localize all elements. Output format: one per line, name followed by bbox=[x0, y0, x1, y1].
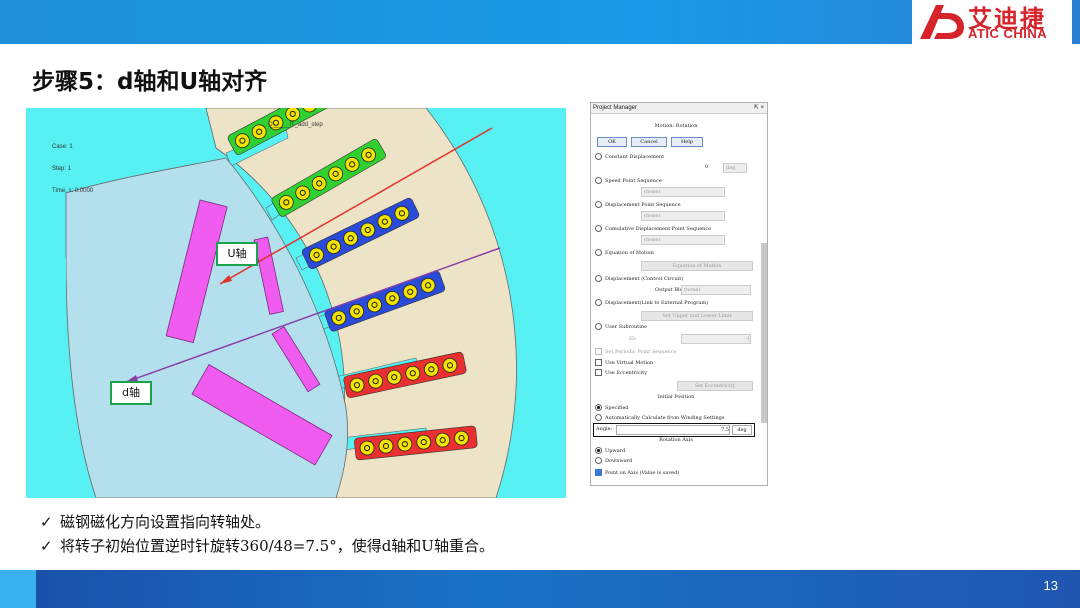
pin-icon[interactable]: ⇱ bbox=[754, 105, 759, 111]
radio-specified[interactable]: Specified bbox=[595, 404, 628, 411]
option-cumulative-displacement[interactable]: Cumulative Displacement Point Sequence bbox=[595, 225, 711, 232]
speed-sequence-select[interactable]: (none) bbox=[641, 187, 725, 197]
page-number: 13 bbox=[1043, 578, 1058, 593]
id-field[interactable]: -1 bbox=[681, 334, 751, 344]
constant-unit-select[interactable]: deg bbox=[723, 163, 747, 173]
logo-mark-icon bbox=[920, 5, 964, 39]
time-label: Time, s: 0.0000 bbox=[52, 188, 94, 194]
motor-cross-section bbox=[26, 108, 517, 498]
set-eccentricity-button[interactable]: Set Eccentricity bbox=[677, 381, 753, 391]
equation-of-motion-button[interactable]: Equation of Motion bbox=[641, 261, 753, 271]
checkbox-virtual-motion[interactable]: Use Virtual Motion bbox=[595, 359, 653, 366]
angle-input[interactable]: 7.5 bbox=[616, 425, 730, 435]
bullet-item: ✓ 磁钢磁化方向设置指向转轴处。 bbox=[40, 510, 494, 534]
radio-downward[interactable]: Downward bbox=[595, 457, 632, 464]
id-label: ID: bbox=[629, 336, 637, 342]
radio-upward[interactable]: Upward bbox=[595, 447, 625, 454]
bullet-list: ✓ 磁钢磁化方向设置指向转轴处。 ✓ 将转子初始位置逆时针旋转360/48=7.5°… bbox=[40, 510, 494, 558]
footer-bar bbox=[0, 570, 1080, 608]
angle-unit-select[interactable]: deg bbox=[732, 425, 752, 435]
option-constant-displacement[interactable]: Constant Displacement bbox=[595, 153, 664, 160]
page-title: 步骤5：d轴和U轴对齐 bbox=[32, 69, 268, 95]
displacement-sequence-select[interactable]: (none) bbox=[641, 211, 725, 221]
option-periodic-sequence[interactable]: Set Periodic Point Sequence bbox=[595, 348, 677, 355]
close-icon[interactable]: × bbox=[760, 105, 764, 111]
simulation-view[interactable]: Q_____IT_add_step Case: 1 Step: 1 Time, … bbox=[26, 108, 566, 498]
constant-value[interactable]: 0 bbox=[705, 164, 708, 170]
angle-label: Angle: bbox=[596, 426, 613, 432]
project-manager-panel: Project Manager ⇱ × Motion: Rotation OK … bbox=[590, 102, 768, 486]
angle-field-highlight: Angle: 7.5 deg bbox=[593, 423, 755, 437]
d-axis-label: d轴 bbox=[110, 381, 152, 405]
checkmark-icon: ✓ bbox=[40, 537, 53, 555]
point-on-axis-item[interactable]: Point on Axis (Value is saved) bbox=[595, 469, 679, 476]
option-user-subroutine[interactable]: User Subroutine bbox=[595, 323, 647, 330]
case-label: Case: 1 bbox=[52, 144, 73, 150]
logo: 艾迪捷 ATIC CHINA bbox=[912, 0, 1072, 44]
option-displacement-control-circuit[interactable]: Displacement (Control Circuit) bbox=[595, 275, 683, 282]
ok-button[interactable]: OK bbox=[597, 137, 627, 147]
radio-auto-calculate[interactable]: Automatically Calculate from Winding Set… bbox=[595, 414, 724, 421]
point-axis-icon bbox=[595, 469, 602, 476]
cumulative-sequence-select[interactable]: (none) bbox=[641, 235, 725, 245]
project-manager-titlebar: Project Manager ⇱ × bbox=[591, 103, 767, 114]
step-label: Step: 1 bbox=[52, 166, 72, 172]
option-speed-point-sequence[interactable]: Speed Point Sequence bbox=[595, 177, 662, 184]
set-limit-button[interactable]: Set Upper and Lower Limit bbox=[641, 311, 753, 321]
option-equation-of-motion[interactable]: Equation of Motion bbox=[595, 249, 654, 256]
option-displacement-external[interactable]: Displacement(Link to External Program) bbox=[595, 299, 708, 306]
help-button[interactable]: Help bbox=[671, 137, 703, 147]
checkbox-eccentricity[interactable]: Use Eccentricity bbox=[595, 369, 647, 376]
panel-scrollbar[interactable] bbox=[761, 243, 767, 423]
bullet-item: ✓ 将转子初始位置逆时针旋转360/48=7.5°，使得d轴和U轴重合。 bbox=[40, 534, 494, 558]
cancel-button[interactable]: Cancel bbox=[631, 137, 667, 147]
option-displacement-point-sequence[interactable]: Displacement Point Sequence bbox=[595, 201, 681, 208]
simulation-caption: Q_____IT_add_step bbox=[268, 122, 323, 128]
logo-english-text: ATIC CHINA bbox=[968, 26, 1048, 41]
motion-section-title: Motion: Rotation bbox=[654, 123, 698, 129]
project-manager-title: Project Manager bbox=[593, 105, 638, 111]
u-axis-label: U轴 bbox=[216, 242, 258, 266]
rotation-axis-header: Rotation Axis bbox=[659, 437, 693, 443]
checkmark-icon: ✓ bbox=[40, 513, 53, 531]
initial-position-header: Initial Position bbox=[657, 394, 695, 400]
output-block-select[interactable]: (none) bbox=[681, 285, 751, 295]
footer-accent bbox=[0, 570, 36, 608]
